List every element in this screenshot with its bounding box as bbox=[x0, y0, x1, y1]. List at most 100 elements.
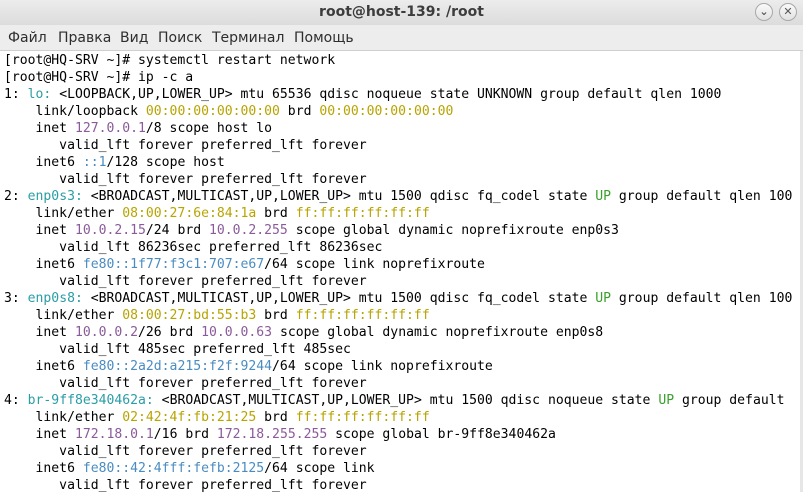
terminal-text: /24 brd bbox=[145, 223, 209, 238]
terminal-text: brd bbox=[256, 308, 296, 323]
minimize-button[interactable]: ⌄ bbox=[755, 3, 773, 21]
terminal-text: 127.0.0.1 bbox=[74, 121, 146, 136]
terminal-text: 08:00:27:bd:55:b3 bbox=[122, 308, 257, 323]
terminal-text: 02:42:4f:fb:21:25 bbox=[122, 410, 257, 425]
terminal-text: lo: bbox=[27, 87, 52, 102]
terminal-text: inet bbox=[4, 325, 75, 340]
terminal-line: inet6 fe80::1f77:f3c1:707:e67/64 scope l… bbox=[4, 256, 485, 273]
terminal-text: brd bbox=[256, 410, 296, 425]
terminal-line: inet6 fe80::42:4fff:fefb:2125/64 scope l… bbox=[4, 460, 375, 477]
terminal-line: 3: enp0s8: <BROADCAST,MULTICAST,UP,LOWER… bbox=[4, 290, 792, 307]
terminal-text: scope global dynamic noprefixroute enp0s… bbox=[272, 325, 604, 340]
terminal-text: ff:ff:ff:ff:ff:ff bbox=[295, 206, 430, 221]
terminal-text: 4: bbox=[4, 393, 28, 408]
terminal-text: fe80::42:4fff:fefb:2125 bbox=[82, 461, 265, 476]
terminal-text: <BROADCAST,MULTICAST,UP,LOWER_UP> mtu 15… bbox=[153, 393, 659, 408]
terminal-line: inet6 fe80::2a2d:a215:f2f:9244/64 scope … bbox=[4, 358, 493, 375]
terminal-text: [root@HQ-SRV ~]# systemctl restart netwo… bbox=[4, 53, 336, 68]
terminal-text: valid_lft 86236sec preferred_lft 86236se… bbox=[4, 240, 383, 255]
terminal-text: [root@HQ-SRV ~]# ip -c a bbox=[4, 70, 194, 85]
terminal-line: 4: br-9ff8e340462a: <BROADCAST,MULTICAST… bbox=[4, 392, 784, 409]
terminal-text: 00:00:00:00:00:00 bbox=[319, 104, 454, 119]
terminal-text: valid_lft forever preferred_lft forever bbox=[4, 478, 367, 492]
terminal-text: 00:00:00:00:00:00 bbox=[145, 104, 280, 119]
terminal-text: brd bbox=[256, 206, 296, 221]
terminal-line: [root@HQ-SRV ~]# systemctl restart netwo… bbox=[4, 52, 335, 69]
terminal-text: UP bbox=[595, 291, 612, 306]
terminal-text: br-9ff8e340462a: bbox=[27, 393, 154, 408]
terminal-text: 2: bbox=[4, 189, 28, 204]
terminal-text: /64 scope link noprefixroute bbox=[272, 359, 493, 374]
menu-view[interactable]: Вид bbox=[120, 30, 148, 46]
terminal-text: link/loopback bbox=[4, 104, 146, 119]
menu-terminal[interactable]: Терминал bbox=[212, 30, 284, 46]
terminal-line: link/ether 02:42:4f:fb:21:25 brd ff:ff:f… bbox=[4, 409, 430, 426]
terminal-line: inet 10.0.2.15/24 brd 10.0.2.255 scope g… bbox=[4, 222, 619, 239]
terminal-text: inet6 bbox=[4, 257, 83, 272]
terminal-text: inet6 bbox=[4, 359, 83, 374]
menu-search[interactable]: Поиск bbox=[158, 30, 202, 46]
terminal-text: valid_lft forever preferred_lft forever bbox=[4, 444, 367, 459]
terminal-line: valid_lft forever preferred_lft forever bbox=[4, 137, 367, 154]
terminal-text: link/ether bbox=[4, 206, 123, 221]
terminal-line: link/loopback 00:00:00:00:00:00 brd 00:0… bbox=[4, 103, 454, 120]
close-button[interactable]: ✕ bbox=[779, 3, 797, 21]
terminal-text: 10.0.2.15 bbox=[74, 223, 146, 238]
terminal-text: valid_lft 485sec preferred_lft 485sec bbox=[4, 342, 351, 357]
terminal-text: ff:ff:ff:ff:ff:ff bbox=[295, 410, 430, 425]
menu-bar: Файл Правка Вид Поиск Терминал Помощь bbox=[0, 25, 803, 51]
terminal-text: 10.0.0.63 bbox=[201, 325, 273, 340]
title-bar: root@host-139: /root ⌄ ✕ bbox=[0, 0, 803, 25]
terminal-text: 3: bbox=[4, 291, 28, 306]
terminal-text: /8 scope host lo bbox=[145, 121, 273, 136]
terminal-text: <BROADCAST,MULTICAST,UP,LOWER_UP> mtu 15… bbox=[82, 189, 596, 204]
terminal-line: 1: lo: <LOOPBACK,UP,LOWER_UP> mtu 65536 … bbox=[4, 86, 721, 103]
terminal-text: group default bbox=[674, 393, 785, 408]
terminal-text: /64 scope link bbox=[264, 461, 375, 476]
chevron-down-icon: ⌄ bbox=[759, 5, 769, 18]
terminal-text: enp0s3: bbox=[27, 189, 83, 204]
terminal-text: /16 brd bbox=[153, 427, 217, 442]
terminal-line: 2: enp0s3: <BROADCAST,MULTICAST,UP,LOWER… bbox=[4, 188, 792, 205]
terminal-line: valid_lft forever preferred_lft forever bbox=[4, 273, 367, 290]
terminal-text: 08:00:27:6e:84:1a bbox=[122, 206, 257, 221]
terminal-text: valid_lft forever preferred_lft forever bbox=[4, 274, 367, 289]
terminal-text: 1: bbox=[4, 87, 28, 102]
terminal-line: inet 127.0.0.1/8 scope host lo bbox=[4, 120, 273, 137]
terminal-text: valid_lft forever preferred_lft forever bbox=[4, 138, 367, 153]
terminal-text: ff:ff:ff:ff:ff:ff bbox=[295, 308, 430, 323]
menu-help[interactable]: Помощь bbox=[294, 30, 354, 46]
terminal-text: link/ether bbox=[4, 308, 123, 323]
terminal-text: UP bbox=[595, 189, 612, 204]
terminal-line: valid_lft forever preferred_lft forever bbox=[4, 375, 366, 392]
terminal-output[interactable]: [root@HQ-SRV ~]# systemctl restart netwo… bbox=[0, 51, 803, 492]
terminal-line: inet 10.0.0.2/26 brd 10.0.0.63 scope glo… bbox=[4, 324, 604, 341]
terminal-text: link/ether bbox=[4, 410, 123, 425]
terminal-text: brd bbox=[279, 104, 320, 119]
terminal-line: inet6 ::1/128 scope host bbox=[4, 154, 225, 171]
terminal-text: /64 scope link noprefixroute bbox=[264, 257, 485, 272]
terminal-text: inet bbox=[4, 427, 75, 442]
terminal-text: group default qlen 100 bbox=[611, 291, 793, 306]
terminal-line: valid_lft forever preferred_lft forever bbox=[4, 171, 366, 188]
terminal-line: valid_lft 485sec preferred_lft 485sec bbox=[4, 341, 351, 358]
menu-file[interactable]: Файл bbox=[8, 30, 47, 46]
menu-edit[interactable]: Правка bbox=[58, 30, 111, 46]
terminal-text: 172.18.0.1 bbox=[74, 427, 154, 442]
terminal-text: scope global br-9ff8e340462a bbox=[327, 427, 556, 442]
terminal-text: enp0s8: bbox=[27, 291, 83, 306]
terminal-line: link/ether 08:00:27:6e:84:1a brd ff:ff:f… bbox=[4, 205, 430, 222]
terminal-text: inet bbox=[4, 223, 75, 238]
terminal-line: valid_lft forever preferred_lft forever bbox=[4, 477, 367, 492]
terminal-text: scope global dynamic noprefixroute enp0s… bbox=[287, 223, 619, 238]
terminal-text: fe80::1f77:f3c1:707:e67 bbox=[82, 257, 265, 272]
terminal-text: /128 scope host bbox=[106, 155, 225, 170]
terminal-text: /26 brd bbox=[138, 325, 202, 340]
terminal-line: inet 172.18.0.1/16 brd 172.18.255.255 sc… bbox=[4, 426, 556, 443]
terminal-text: 172.18.255.255 bbox=[216, 427, 328, 442]
terminal-text: 10.0.2.255 bbox=[208, 223, 288, 238]
terminal-text: inet bbox=[4, 121, 75, 136]
terminal-line: valid_lft 86236sec preferred_lft 86236se… bbox=[4, 239, 382, 256]
terminal-text: inet6 bbox=[4, 155, 83, 170]
terminal-text: 10.0.0.2 bbox=[74, 325, 139, 340]
